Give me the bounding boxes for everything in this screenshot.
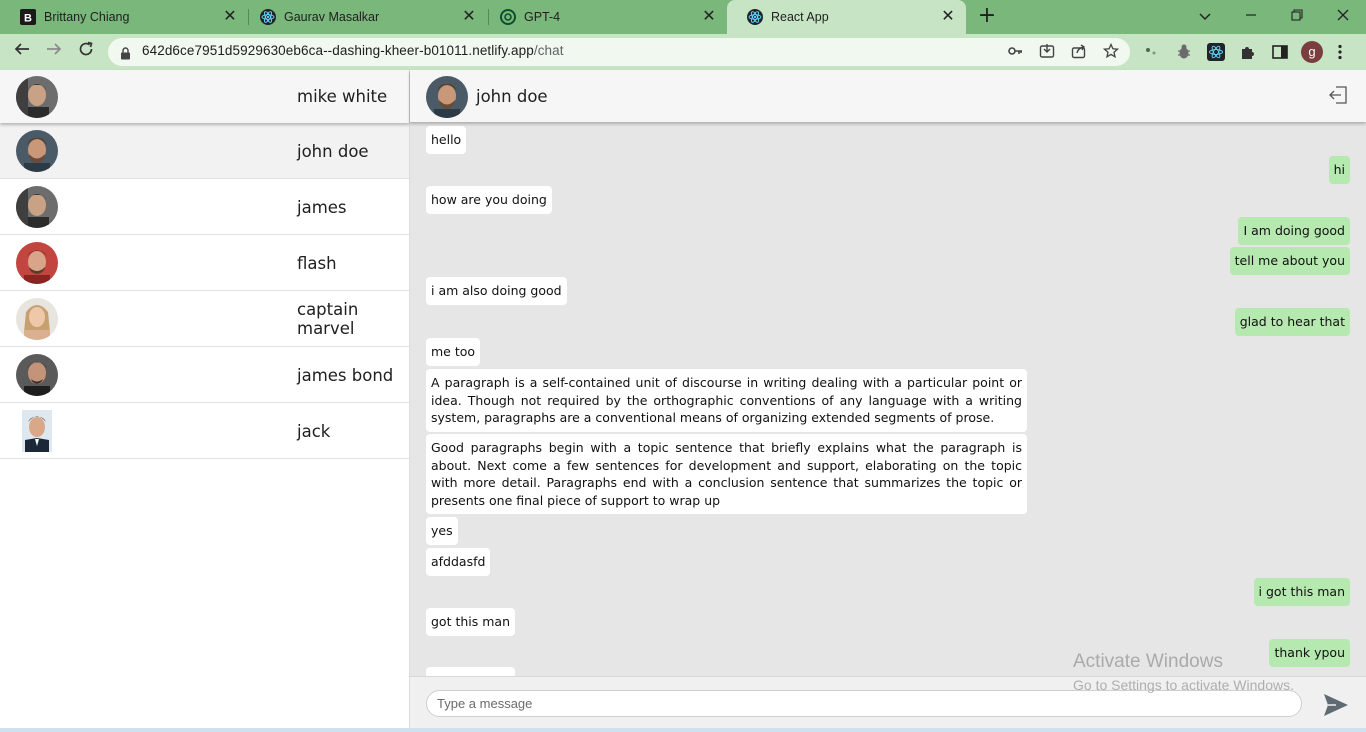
extensions-puzzle-icon[interactable] (1239, 43, 1257, 61)
message-incoming: me too (426, 338, 481, 366)
profile-avatar[interactable]: g (1301, 41, 1323, 63)
message-incoming: yes (426, 517, 458, 545)
minimize-icon[interactable] (1239, 5, 1263, 27)
contact-item[interactable]: james (0, 179, 409, 235)
b-favicon-icon: B (20, 9, 36, 25)
kebab-menu-icon[interactable] (1331, 43, 1349, 61)
tab-title: Gaurav Masalkar (284, 10, 380, 24)
avatar (16, 354, 58, 396)
current-user-header[interactable]: mike white (0, 70, 409, 123)
message-incoming: how are you doing (426, 186, 552, 214)
react-favicon-icon (747, 9, 763, 25)
message-incoming: Good paragraphs begin with a topic sente… (426, 434, 1027, 514)
bug-extension-icon[interactable] (1175, 43, 1193, 61)
restore-icon[interactable] (1285, 5, 1309, 27)
contact-item[interactable]: james bond (0, 347, 409, 403)
message-incoming-partial (426, 667, 515, 676)
url-text: 642d6ce7951d5929630eb6ca--dashing-kheer-… (142, 43, 564, 58)
tab-title: GPT-4 (524, 10, 561, 24)
react-favicon-icon (260, 9, 276, 25)
browser-tab[interactable]: GPT-4 ✕ (480, 0, 727, 34)
chat-header: john doe (410, 70, 1366, 122)
message-incoming: got this man (426, 608, 515, 636)
tab-title: Brittany Chiang (44, 10, 130, 24)
lock-icon (120, 45, 131, 64)
avatar (16, 186, 58, 228)
tab-close-icon[interactable]: ✕ (222, 9, 238, 25)
message-incoming: afddasfd (426, 548, 491, 576)
new-tab-plus-icon[interactable]: + (976, 5, 998, 28)
watermark-title: Activate Windows (1073, 651, 1223, 672)
contact-name: john doe (297, 142, 369, 161)
tab-title: React App (771, 10, 829, 24)
contact-item[interactable]: captain marvel (0, 291, 409, 347)
chat-partner-name: john doe (476, 87, 548, 106)
contact-item[interactable]: john doe (0, 123, 409, 179)
browser-tab-strip: B Brittany Chiang ✕ Gaurav Masalkar ✕ GP… (0, 0, 1366, 34)
message-outgoing: tell me about you (1229, 247, 1350, 275)
message-incoming: hello (426, 126, 467, 154)
contact-name: jack (297, 422, 331, 441)
browser-tab[interactable]: B Brittany Chiang ✕ (0, 0, 248, 34)
reload-icon[interactable] (75, 41, 97, 63)
message-outgoing: glad to hear that (1234, 308, 1350, 336)
logout-icon[interactable] (1328, 86, 1348, 108)
activate-windows-watermark: Activate Windows Go to Settings to activ… (1073, 651, 1294, 697)
contact-name: james bond (297, 366, 394, 385)
contacts-sidebar: mike white john doe james flash captain (0, 70, 410, 729)
message-outgoing: hi (1328, 156, 1350, 184)
install-app-icon[interactable] (1038, 43, 1056, 61)
browser-tab[interactable]: Gaurav Masalkar ✕ (240, 0, 487, 34)
chat-app: mike white john doe james flash captain (0, 70, 1366, 729)
avatar (16, 298, 58, 340)
key-icon[interactable] (1006, 43, 1024, 61)
contact-item[interactable]: flash (0, 235, 409, 291)
message-incoming: A paragraph is a self-contained unit of … (426, 369, 1027, 432)
back-arrow-icon[interactable] (11, 41, 33, 63)
tab-close-icon[interactable]: ✕ (701, 9, 717, 25)
extension-dots-icon[interactable] (1143, 43, 1161, 61)
watermark-subtitle: Go to Settings to activate Windows. (1073, 677, 1294, 693)
message-incoming: i am also doing good (426, 277, 567, 305)
contact-name: mike white (297, 87, 388, 106)
contact-item[interactable]: jack (0, 403, 409, 459)
message-list: hello hi how are you doing I am doing go… (410, 122, 1366, 676)
avatar (16, 76, 58, 118)
react-devtools-icon[interactable] (1207, 43, 1225, 61)
avatar (16, 130, 58, 172)
avatar (426, 76, 468, 118)
avatar (22, 410, 52, 452)
bookmark-star-icon[interactable] (1102, 42, 1120, 61)
url-path: /chat (533, 43, 564, 58)
browser-tab-active[interactable]: React App ✕ (727, 0, 966, 34)
message-outgoing: i got this man (1253, 578, 1350, 606)
taskbar-edge (0, 728, 1366, 732)
address-bar[interactable]: 642d6ce7951d5929630eb6ca--dashing-kheer-… (108, 38, 1130, 66)
contact-name: captain marvel (297, 300, 359, 338)
send-icon[interactable] (1322, 691, 1350, 719)
tab-close-icon[interactable]: ✕ (940, 9, 956, 25)
forward-arrow-icon[interactable] (43, 41, 65, 63)
browser-toolbar: 642d6ce7951d5929630eb6ca--dashing-kheer-… (0, 34, 1366, 70)
avatar (16, 242, 58, 284)
share-icon[interactable] (1070, 43, 1088, 61)
message-outgoing: I am doing good (1238, 217, 1350, 245)
contact-name: james (297, 198, 347, 217)
side-panel-icon[interactable] (1271, 43, 1289, 61)
contact-name: flash (297, 254, 337, 273)
openai-favicon-icon (500, 9, 516, 25)
tab-close-icon[interactable]: ✕ (461, 9, 477, 25)
tab-search-chevron-icon[interactable] (1193, 5, 1217, 27)
svg-text:B: B (24, 13, 32, 25)
close-window-icon[interactable] (1331, 5, 1355, 27)
url-host: 642d6ce7951d5929630eb6ca--dashing-kheer-… (142, 43, 534, 58)
chat-pane: john doe hello hi how are you doing I am… (410, 70, 1366, 729)
